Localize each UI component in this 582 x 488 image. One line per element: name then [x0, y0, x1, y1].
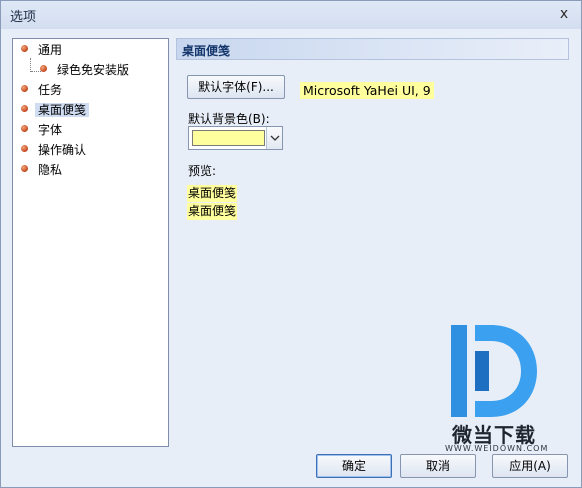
tree-item-general[interactable]: 通用 [21, 40, 65, 58]
tree-item-label: 字体 [38, 122, 63, 137]
preview-text: 桌面便笺 [187, 203, 238, 220]
panel-header: 桌面便笺 [176, 38, 569, 60]
window-title: 选项 [10, 10, 37, 25]
tree-item-label: 桌面便笺 [35, 102, 90, 117]
font-sample-text: Microsoft YaHei UI, 9 [300, 82, 434, 99]
ok-button[interactable]: 确定 [316, 454, 392, 478]
tree-item-font[interactable]: 字体 [21, 120, 65, 138]
preview-label: 预览: [188, 164, 217, 178]
bullet-icon [21, 165, 28, 172]
bullet-icon [21, 145, 28, 152]
tree-item-confirmations[interactable]: 操作确认 [21, 140, 89, 158]
bullet-icon [21, 85, 28, 92]
tree-item-privacy[interactable]: 隐私 [21, 160, 65, 178]
color-swatch [192, 130, 265, 146]
default-font-button[interactable]: 默认字体(F)... [187, 75, 285, 99]
tree-item-tasks[interactable]: 任务 [21, 80, 65, 98]
preview-text: 桌面便笺 [187, 185, 238, 202]
tree-item-desktop-notes[interactable]: 桌面便笺 [21, 100, 90, 118]
tree-item-label: 绿色免安装版 [57, 62, 130, 77]
cancel-button[interactable]: 取消 [400, 454, 476, 478]
bullet-icon [40, 65, 47, 72]
title-bar: 选项 x [1, 1, 581, 29]
tree-item-portable[interactable]: 绿色免安装版 [40, 60, 132, 78]
tree-connector-line [30, 58, 31, 72]
bullet-icon [21, 45, 28, 52]
chevron-down-icon[interactable] [266, 127, 282, 149]
apply-button[interactable]: 应用(A) [492, 454, 568, 478]
tree-item-label: 隐私 [38, 162, 63, 177]
tree-item-label: 通用 [38, 42, 63, 57]
bullet-icon [21, 125, 28, 132]
tree-item-label: 操作确认 [38, 142, 87, 157]
options-tree: 通用 绿色免安装版 任务 桌面便笺 字体 操作确认 隐私 [12, 38, 169, 447]
close-icon[interactable]: x [553, 4, 575, 24]
panel-title: 桌面便笺 [182, 44, 231, 58]
watermark-url: WWW.WEIDOWN.COM [445, 444, 549, 453]
bullet-icon [21, 105, 28, 112]
tree-item-label: 任务 [38, 82, 63, 97]
options-dialog: 选项 x 通用 绿色免安装版 任务 桌面便笺 字体 操作确认 隐私 桌面便笺 默… [0, 0, 582, 488]
bg-color-label: 默认背景色(B): [188, 112, 270, 126]
bg-color-dropdown[interactable] [188, 126, 283, 150]
